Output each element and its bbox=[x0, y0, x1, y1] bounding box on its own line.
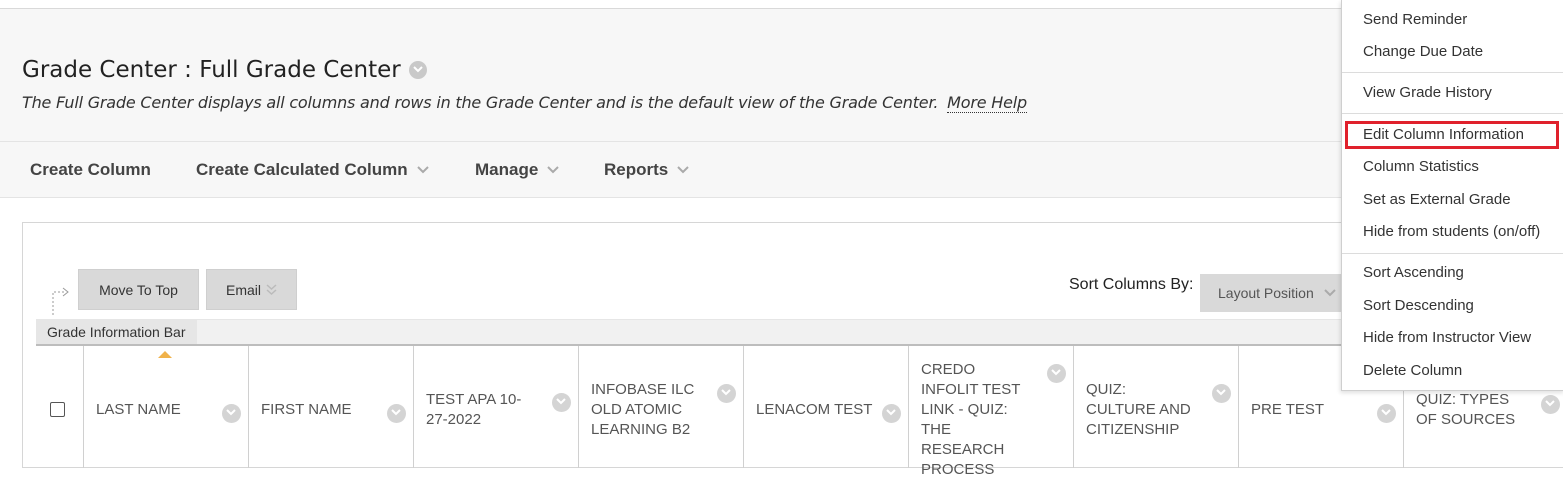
menu-item-hide-from-instructor-view[interactable]: Hide from Instructor View bbox=[1363, 329, 1531, 346]
column-menu-icon[interactable] bbox=[1212, 384, 1231, 403]
column-header-label: QUIZ: CULTURE AND CITIZENSHIP bbox=[1086, 381, 1191, 438]
column-header[interactable]: TEST APA 10-27-2022 bbox=[413, 346, 578, 468]
column-header[interactable]: LENACOM TEST bbox=[743, 346, 908, 468]
column-header[interactable]: FIRST NAME bbox=[248, 346, 413, 468]
column-header-label: QUIZ: TYPES OF SOURCES bbox=[1416, 391, 1516, 428]
manage-label: Manage bbox=[475, 160, 539, 179]
double-chevron-down-icon bbox=[266, 283, 277, 295]
menu-item-sort-ascending[interactable]: Sort Ascending bbox=[1363, 264, 1464, 281]
select-all-cell bbox=[36, 346, 83, 468]
move-to-top-label: Move To Top bbox=[99, 281, 178, 298]
page-description-text: The Full Grade Center displays all colum… bbox=[22, 93, 939, 112]
column-context-menu: Send Reminder Change Due Date View Grade… bbox=[1341, 0, 1563, 391]
menu-item-view-grade-history[interactable]: View Grade History bbox=[1363, 84, 1492, 101]
column-header-label: INFOBASE ILC OLD ATOMIC LEARNING B2 bbox=[591, 381, 695, 438]
chevron-down-icon bbox=[677, 166, 689, 174]
menu-item-column-statistics[interactable]: Column Statistics bbox=[1363, 158, 1479, 175]
menu-item-send-reminder[interactable]: Send Reminder bbox=[1363, 11, 1467, 28]
column-header[interactable]: QUIZ: CULTURE AND CITIZENSHIP bbox=[1073, 346, 1238, 468]
top-border bbox=[0, 0, 1563, 9]
grade-information-bar-label: Grade Information Bar bbox=[36, 320, 197, 344]
grade-information-bar: Grade Information Bar bbox=[36, 319, 1563, 344]
column-menu-icon[interactable] bbox=[1541, 395, 1560, 414]
column-header[interactable]: LAST NAME bbox=[83, 346, 248, 468]
page-description: The Full Grade Center displays all colum… bbox=[22, 93, 1027, 113]
page-header: Grade Center : Full Grade Center The Ful… bbox=[0, 9, 1563, 142]
reports-label: Reports bbox=[604, 160, 669, 179]
menu-item-sort-descending[interactable]: Sort Descending bbox=[1363, 297, 1474, 314]
menu-divider bbox=[1342, 72, 1563, 73]
page-title-menu-icon[interactable] bbox=[408, 61, 427, 79]
select-all-checkbox[interactable] bbox=[50, 402, 65, 417]
chevron-down-icon bbox=[547, 166, 560, 174]
menu-item-edit-column-information[interactable]: Edit Column Information bbox=[1363, 126, 1524, 143]
column-header-label: CREDO INFOLIT TEST LINK - QUIZ: THE RESE… bbox=[921, 361, 1021, 478]
email-button[interactable]: Email bbox=[206, 269, 297, 310]
menu-item-change-due-date[interactable]: Change Due Date bbox=[1363, 43, 1483, 60]
column-menu-icon[interactable] bbox=[387, 404, 406, 423]
sort-columns-select[interactable]: Layout Position bbox=[1200, 274, 1350, 312]
email-label: Email bbox=[225, 281, 261, 298]
column-header-label: LENACOM TEST bbox=[756, 401, 873, 418]
reports-button[interactable]: Reports bbox=[604, 160, 689, 180]
tree-connector-icon bbox=[52, 287, 69, 315]
column-menu-icon[interactable] bbox=[222, 404, 241, 423]
menu-item-set-as-external-grade[interactable]: Set as External Grade bbox=[1363, 191, 1511, 208]
column-menu-icon[interactable] bbox=[1047, 364, 1066, 383]
grade-table-header: LAST NAME FIRST NAME TEST APA 10-27-2022… bbox=[36, 344, 1563, 478]
menu-item-hide-from-students[interactable]: Hide from students (on/off) bbox=[1363, 223, 1540, 240]
column-header-label: TEST APA 10-27-2022 bbox=[426, 391, 522, 428]
column-header[interactable]: CREDO INFOLIT TEST LINK - QUIZ: THE RESE… bbox=[908, 346, 1073, 478]
create-column-label: Create Column bbox=[30, 160, 151, 179]
column-header[interactable]: INFOBASE ILC OLD ATOMIC LEARNING B2 bbox=[578, 346, 743, 468]
move-to-top-button[interactable]: Move To Top bbox=[78, 269, 199, 310]
page-title: Grade Center : Full Grade Center bbox=[22, 57, 401, 83]
create-calculated-column-button[interactable]: Create Calculated Column bbox=[196, 160, 429, 180]
sort-columns-value: Layout Position bbox=[1218, 285, 1314, 301]
menu-item-delete-column[interactable]: Delete Column bbox=[1363, 362, 1462, 379]
column-menu-icon[interactable] bbox=[1377, 404, 1396, 423]
column-menu-icon[interactable] bbox=[717, 384, 736, 403]
menu-divider bbox=[1342, 113, 1563, 114]
manage-button[interactable]: Manage bbox=[475, 160, 560, 180]
create-calculated-column-label: Create Calculated Column bbox=[196, 160, 408, 179]
action-bar: Create Column Create Calculated Column M… bbox=[0, 142, 1563, 198]
chevron-down-icon bbox=[416, 166, 429, 174]
menu-divider bbox=[1342, 253, 1563, 254]
more-help-link[interactable]: More Help bbox=[947, 93, 1027, 113]
create-column-button[interactable]: Create Column bbox=[30, 160, 151, 180]
column-menu-icon[interactable] bbox=[552, 393, 571, 412]
column-header-label: LAST NAME bbox=[96, 401, 181, 418]
column-header-label: FIRST NAME bbox=[261, 401, 352, 418]
sort-columns-label: Sort Columns By: bbox=[1069, 276, 1194, 293]
title-row: Grade Center : Full Grade Center bbox=[22, 57, 427, 83]
column-menu-icon[interactable] bbox=[882, 404, 901, 423]
chevron-down-icon bbox=[1324, 289, 1336, 297]
column-header-label: PRE TEST bbox=[1251, 401, 1325, 418]
